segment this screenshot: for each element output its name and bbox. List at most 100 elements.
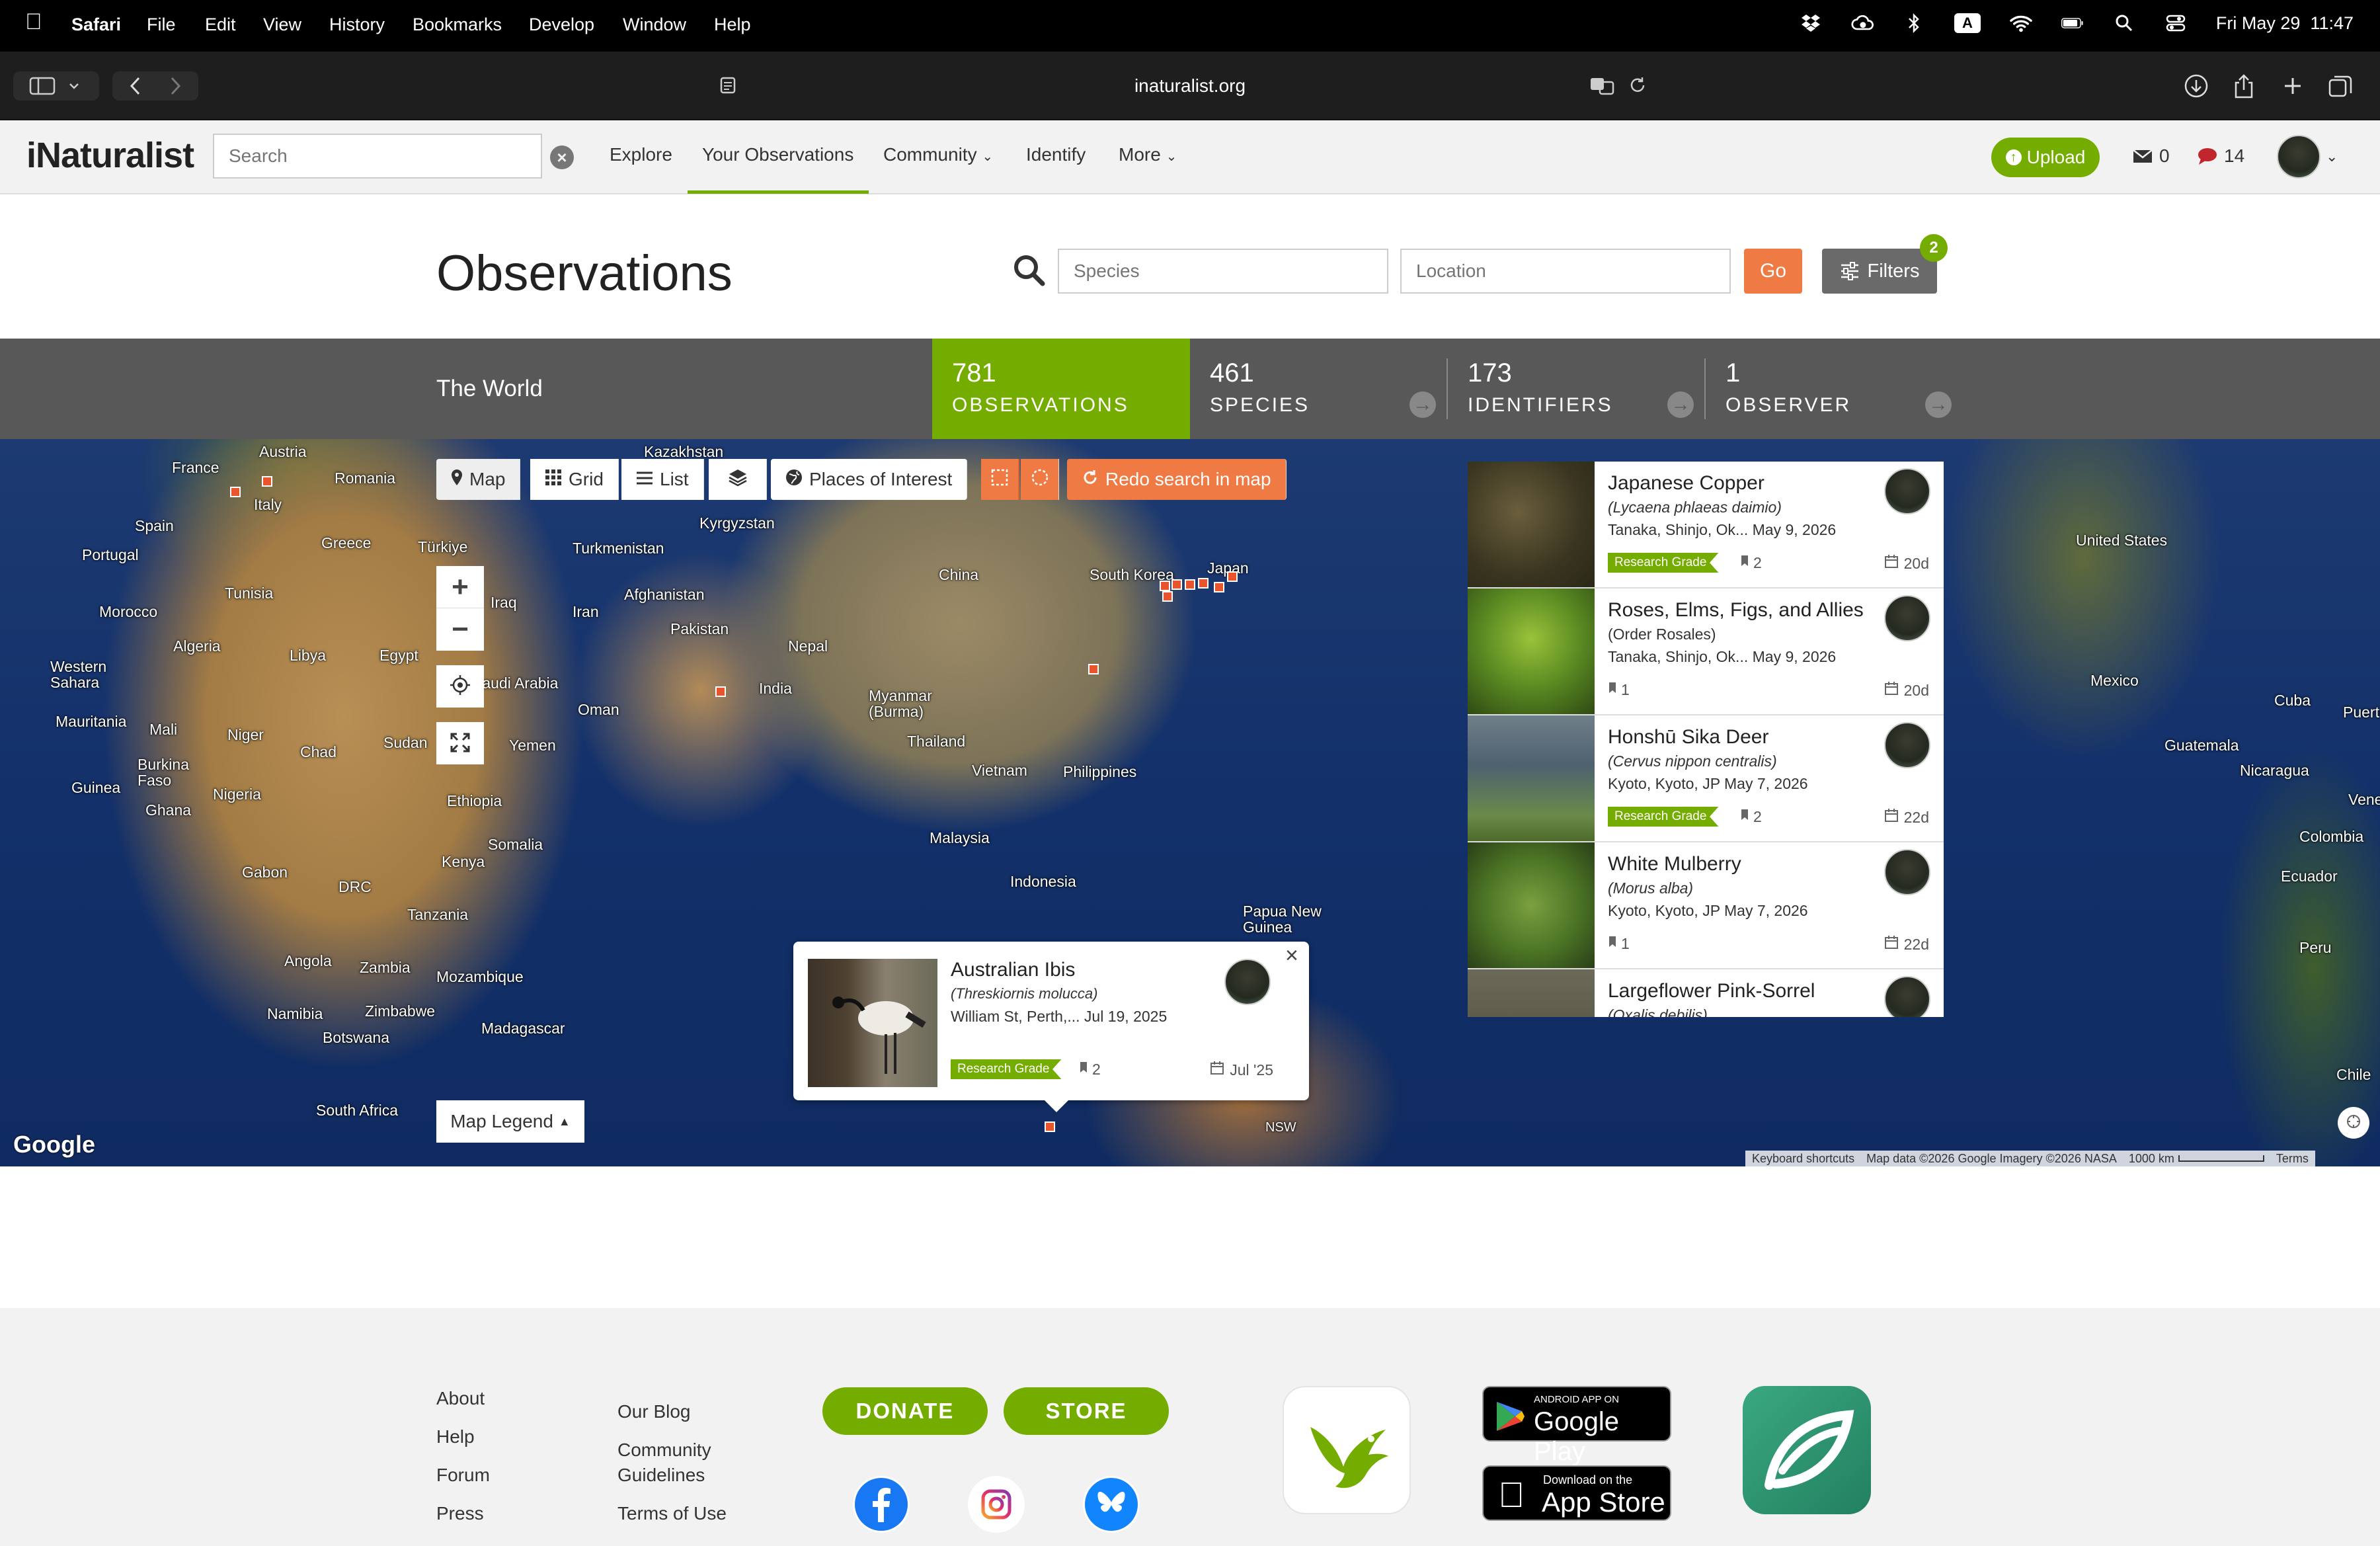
menu-app-name[interactable]: Safari xyxy=(71,15,121,35)
map-layers-button[interactable] xyxy=(709,459,767,500)
zoom-in-button[interactable]: + xyxy=(436,566,484,608)
observation-name[interactable]: Largeflower Pink-Sorrel xyxy=(1608,980,1815,1002)
menu-history[interactable]: History xyxy=(329,15,385,35)
redo-search-button[interactable]: Redo search in map xyxy=(1067,459,1287,500)
cloud-sync-icon[interactable] xyxy=(1851,12,1874,34)
observation-marker[interactable] xyxy=(1198,578,1209,589)
seek-app-icon[interactable] xyxy=(1743,1386,1871,1514)
user-menu[interactable]: ⌄ xyxy=(2277,135,2338,179)
messages-button[interactable]: 0 xyxy=(2133,145,2170,167)
my-location-button[interactable] xyxy=(436,665,484,708)
google-play-badge[interactable]: ANDROID APP ON Google Play xyxy=(1482,1386,1671,1466)
view-grid-button[interactable]: Grid xyxy=(530,459,619,500)
view-list-button[interactable]: List xyxy=(621,459,704,500)
bluetooth-icon[interactable] xyxy=(1903,12,1925,34)
menu-edit[interactable]: Edit xyxy=(205,15,236,35)
map-legend-button[interactable]: Map Legend ▲ xyxy=(436,1100,584,1143)
fullscreen-button[interactable] xyxy=(436,722,484,764)
footer-press-link[interactable]: Press xyxy=(436,1501,484,1526)
observer-avatar[interactable] xyxy=(1224,959,1271,1005)
menu-datetime[interactable]: Fri May 29 11:47 xyxy=(2216,13,2354,34)
nav-your-observations[interactable]: Your Observations xyxy=(702,144,853,165)
observation-marker[interactable] xyxy=(1162,591,1173,602)
reload-icon[interactable] xyxy=(1628,75,1647,100)
control-center-icon[interactable] xyxy=(2164,12,2187,34)
sidebar-toggle-button[interactable] xyxy=(13,71,99,101)
reader-icon[interactable] xyxy=(718,75,738,100)
nav-community[interactable]: Community ⌄ xyxy=(883,144,993,165)
new-tab-icon[interactable] xyxy=(2278,71,2307,101)
observer-avatar[interactable] xyxy=(1884,849,1930,895)
store-button[interactable]: STORE xyxy=(1004,1387,1169,1435)
observation-marker[interactable] xyxy=(1088,664,1099,674)
observation-photo[interactable] xyxy=(1468,462,1595,587)
observation-marker[interactable] xyxy=(1185,579,1195,590)
draw-circle-button[interactable] xyxy=(1021,459,1059,500)
observation-name[interactable]: Roses, Elms, Figs, and Allies xyxy=(1608,599,1864,622)
inaturalist-logo[interactable]: iNaturalist xyxy=(26,135,194,176)
species-input[interactable] xyxy=(1058,249,1388,294)
keyboard-shortcuts-link[interactable]: Keyboard shortcuts xyxy=(1752,1152,1854,1166)
observation-popup[interactable]: Australian Ibis (Threskiornis molucca) W… xyxy=(793,942,1309,1112)
places-of-interest-button[interactable]: Places of Interest xyxy=(771,459,968,500)
observation-marker[interactable] xyxy=(715,686,726,697)
input-source-icon[interactable]: A xyxy=(1954,13,1981,33)
address-bar[interactable]: inaturalist.org xyxy=(714,66,1666,106)
back-button[interactable] xyxy=(116,76,155,96)
list-item[interactable]: Largeflower Pink-Sorrel (Oxalis debilis) xyxy=(1468,969,1944,1017)
apple-menu-icon[interactable]:  xyxy=(25,9,42,35)
observation-marker[interactable] xyxy=(1160,581,1170,591)
filters-button[interactable]: Filters xyxy=(1822,249,1937,294)
instagram-icon[interactable] xyxy=(968,1476,1025,1533)
observation-marker[interactable] xyxy=(262,476,272,487)
downloads-icon[interactable] xyxy=(2182,71,2211,101)
observation-name[interactable]: Honshū Sika Deer xyxy=(1608,726,1768,749)
menu-window[interactable]: Window xyxy=(623,15,686,35)
stat-observations[interactable]: 781 OBSERVATIONS xyxy=(932,339,1190,439)
nav-explore[interactable]: Explore xyxy=(610,144,672,165)
draw-rectangle-button[interactable] xyxy=(981,459,1019,500)
menu-develop[interactable]: Develop xyxy=(529,15,594,35)
observation-photo[interactable] xyxy=(1468,842,1595,968)
list-item[interactable]: Roses, Elms, Figs, and Allies (Order Ros… xyxy=(1468,589,1944,715)
rotate-map-button[interactable] xyxy=(2338,1107,2369,1139)
observation-marker[interactable] xyxy=(230,487,241,497)
nav-identify[interactable]: Identify xyxy=(1026,144,1086,165)
dropbox-icon[interactable] xyxy=(1800,12,1822,34)
menu-view[interactable]: View xyxy=(263,15,301,35)
observation-marker[interactable] xyxy=(1045,1121,1055,1132)
observer-avatar[interactable] xyxy=(1884,976,1930,1017)
observer-avatar[interactable] xyxy=(1884,595,1930,641)
footer-help-link[interactable]: Help xyxy=(436,1424,475,1449)
observation-marker[interactable] xyxy=(1214,582,1224,592)
view-map-button[interactable]: Map xyxy=(436,459,521,500)
terms-link[interactable]: Terms xyxy=(2276,1152,2309,1166)
observation-photo[interactable] xyxy=(1468,715,1595,841)
observation-name[interactable]: White Mulberry xyxy=(1608,853,1741,875)
menu-bookmarks[interactable]: Bookmarks xyxy=(413,15,502,35)
forward-button[interactable] xyxy=(155,76,195,96)
observation-photo[interactable] xyxy=(1468,969,1595,1017)
observations-map[interactable]: France Austria Romania Kazakhstan Spain … xyxy=(0,439,2380,1166)
observer-avatar[interactable] xyxy=(1884,468,1930,514)
site-search-input[interactable] xyxy=(213,134,542,179)
list-item[interactable]: White Mulberry (Morus alba) Kyoto, Kyoto… xyxy=(1468,842,1944,969)
nav-more[interactable]: More ⌄ xyxy=(1119,144,1177,165)
inaturalist-app-icon[interactable] xyxy=(1283,1386,1411,1514)
facebook-icon[interactable] xyxy=(853,1476,910,1533)
footer-guidelines-link[interactable]: Community Guidelines xyxy=(617,1438,711,1488)
notifications-button[interactable]: 14 xyxy=(2198,145,2244,167)
list-item[interactable]: Japanese Copper (Lycaena phlaeas daimio)… xyxy=(1468,462,1944,589)
battery-icon[interactable] xyxy=(2061,12,2084,34)
app-store-badge[interactable]:  Download on the App Store xyxy=(1482,1465,1671,1521)
footer-terms-link[interactable]: Terms of Use xyxy=(617,1501,727,1526)
footer-blog-link[interactable]: Our Blog xyxy=(617,1399,691,1424)
go-button[interactable]: Go xyxy=(1744,249,1802,294)
clear-search-icon[interactable]: × xyxy=(550,145,574,169)
popup-name[interactable]: Australian Ibis xyxy=(951,959,1075,981)
menu-help[interactable]: Help xyxy=(714,15,751,35)
upload-button[interactable]: ↑ Upload xyxy=(1991,138,2100,177)
stat-observers[interactable]: 1 OBSERVER → xyxy=(1706,339,1964,439)
list-item[interactable]: Honshū Sika Deer (Cervus nippon centrali… xyxy=(1468,715,1944,842)
close-icon[interactable]: × xyxy=(1285,943,1298,969)
